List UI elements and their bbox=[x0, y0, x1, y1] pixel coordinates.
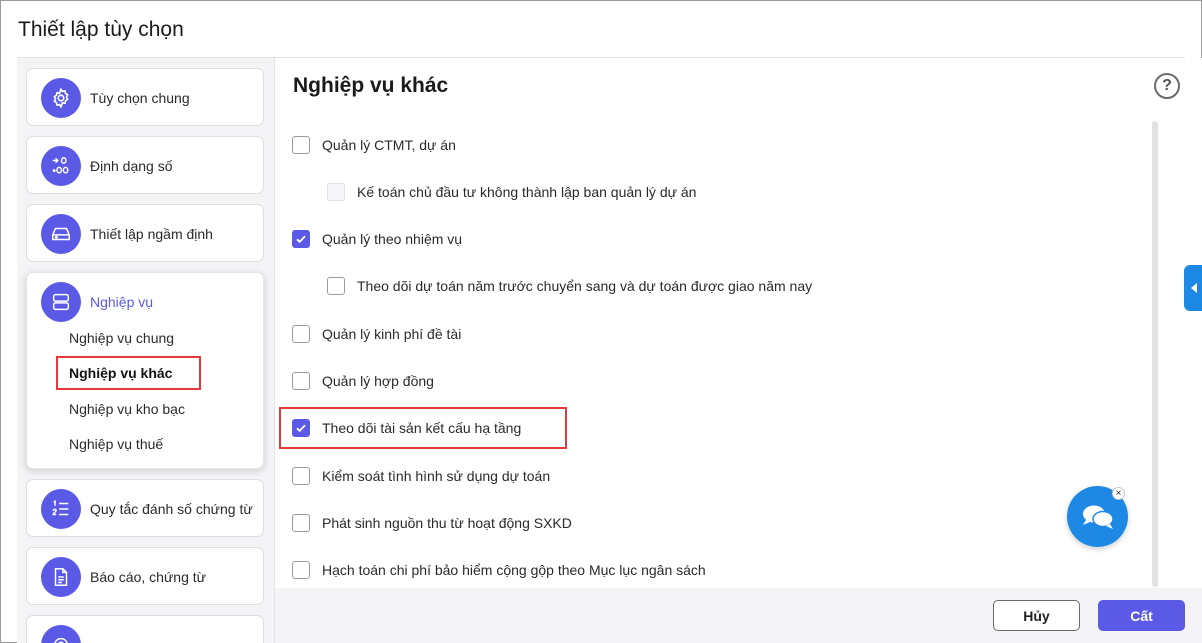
sidebar-item-label: Quy tắc đánh số chứng từ bbox=[90, 501, 253, 517]
highlight-box bbox=[56, 356, 201, 390]
option-label: Quản lý theo nhiệm vụ bbox=[322, 231, 463, 247]
sidebar-item-default-settings[interactable]: Thiết lập ngầm định bbox=[26, 204, 264, 262]
sidebar-item-label: Báo cáo, chứng từ bbox=[90, 569, 207, 585]
target-icon bbox=[41, 625, 81, 643]
options-dialog: Thiết lập tùy chọn Tùy chọn chung Định d… bbox=[0, 0, 1202, 643]
option-label: Quản lý hợp đồng bbox=[322, 373, 434, 389]
sidebar-item-operations[interactable]: Nghiệp vụ Nghiệp vụ chung Nghiệp vụ khác… bbox=[26, 272, 264, 469]
checkbox[interactable] bbox=[292, 419, 310, 437]
number-format-icon bbox=[41, 146, 81, 186]
help-icon[interactable]: ? bbox=[1154, 73, 1180, 99]
option-budget-control[interactable]: Kiểm soát tình hình sử dụng dự toán bbox=[292, 467, 550, 485]
hard-drive-icon bbox=[41, 214, 81, 254]
server-icon bbox=[41, 282, 81, 322]
checkbox[interactable] bbox=[292, 230, 310, 248]
chat-icon bbox=[1082, 505, 1114, 529]
sidebar-subitem-tax-operations[interactable]: Nghiệp vụ thuế bbox=[69, 436, 163, 452]
sidebar-item-label: Nghiệp vụ bbox=[90, 294, 154, 310]
chat-close-icon[interactable]: × bbox=[1112, 487, 1125, 500]
checkbox[interactable] bbox=[292, 514, 310, 532]
sidebar-item-number-format[interactable]: Định dạng số bbox=[26, 136, 264, 194]
sidebar-item-partial[interactable] bbox=[26, 615, 264, 643]
save-button[interactable]: Cất bbox=[1098, 600, 1185, 631]
check-icon bbox=[296, 424, 306, 433]
sidebar-item-label: Định dạng số bbox=[90, 158, 173, 174]
option-business-revenue[interactable]: Phát sinh nguồn thu từ hoạt động SXKD bbox=[292, 514, 572, 532]
sidebar-item-general-options[interactable]: Tùy chọn chung bbox=[26, 68, 264, 126]
content-panel: Nghiệp vụ khác ? Quản lý CTMT, dự án Kế … bbox=[274, 58, 1202, 588]
collapse-panel-tab[interactable] bbox=[1184, 265, 1202, 311]
content-title: Nghiệp vụ khác bbox=[293, 74, 449, 97]
option-budget-tracking[interactable]: Theo dõi dự toán năm trước chuyển sang v… bbox=[327, 277, 812, 295]
option-investor-accounting: Kế toán chủ đầu tư không thành lập ban q… bbox=[327, 183, 696, 201]
option-label: Phát sinh nguồn thu từ hoạt động SXKD bbox=[322, 515, 572, 531]
option-task-management[interactable]: Quản lý theo nhiệm vụ bbox=[292, 230, 462, 248]
arrow-left-icon bbox=[1190, 283, 1197, 293]
document-icon bbox=[41, 557, 81, 597]
checkbox[interactable] bbox=[327, 277, 345, 295]
option-infrastructure-assets[interactable]: Theo dõi tài sản kết cấu hạ tầng bbox=[292, 419, 521, 437]
option-label: Kế toán chủ đầu tư không thành lập ban q… bbox=[357, 184, 697, 200]
option-label: Quản lý CTMT, dự án bbox=[322, 137, 456, 153]
sidebar-item-reports-vouchers[interactable]: Báo cáo, chứng từ bbox=[26, 547, 264, 605]
option-research-funding[interactable]: Quản lý kinh phí đề tài bbox=[292, 325, 461, 343]
checkbox[interactable] bbox=[292, 467, 310, 485]
option-label: Theo dõi dự toán năm trước chuyển sang v… bbox=[357, 278, 813, 294]
content-scrollbar[interactable] bbox=[1152, 121, 1158, 587]
option-contract-management[interactable]: Quản lý hợp đồng bbox=[292, 372, 434, 390]
checkbox bbox=[327, 183, 345, 201]
checkbox[interactable] bbox=[292, 136, 310, 154]
option-label: Quản lý kinh phí đề tài bbox=[322, 326, 462, 342]
option-project-management[interactable]: Quản lý CTMT, dự án bbox=[292, 136, 456, 154]
cancel-button[interactable]: Hủy bbox=[993, 600, 1080, 631]
sidebar-item-label: Tùy chọn chung bbox=[90, 90, 190, 106]
sidebar-item-label: Thiết lập ngầm định bbox=[90, 226, 213, 242]
checkbox[interactable] bbox=[292, 372, 310, 390]
sidebar-subitem-general-operations[interactable]: Nghiệp vụ chung bbox=[69, 330, 174, 346]
checkbox[interactable] bbox=[292, 325, 310, 343]
dialog-footer: Hủy Cất bbox=[274, 588, 1202, 643]
checkbox[interactable] bbox=[292, 561, 310, 579]
gear-icon bbox=[41, 78, 81, 118]
option-label: Theo dõi tài sản kết cấu hạ tầng bbox=[322, 420, 522, 436]
option-insurance-cost[interactable]: Hạch toán chi phí bảo hiểm cộng gộp theo… bbox=[292, 561, 706, 579]
option-label: Kiểm soát tình hình sử dụng dự toán bbox=[322, 468, 551, 484]
dialog-title: Thiết lập tùy chọn bbox=[18, 18, 184, 41]
option-label: Hạch toán chi phí bảo hiểm cộng gộp theo… bbox=[322, 562, 706, 578]
sidebar: Tùy chọn chung Định dạng số Thiết lập ng… bbox=[17, 58, 274, 643]
sidebar-item-voucher-numbering[interactable]: Quy tắc đánh số chứng từ bbox=[26, 479, 264, 537]
check-icon bbox=[296, 235, 306, 244]
sidebar-subitem-treasury-operations[interactable]: Nghiệp vụ kho bạc bbox=[69, 401, 185, 417]
numbered-list-icon bbox=[41, 489, 81, 529]
